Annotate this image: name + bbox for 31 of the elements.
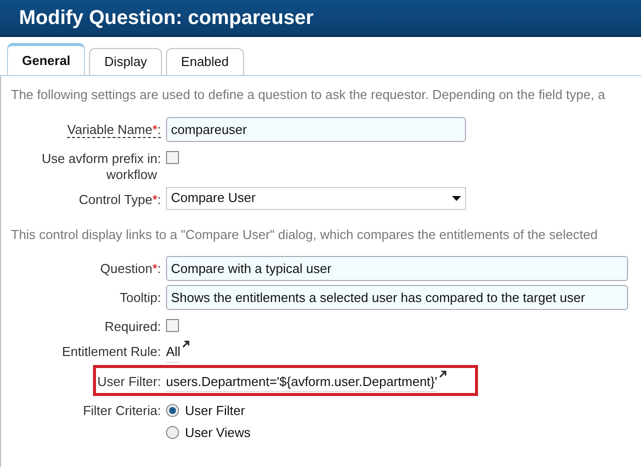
tab[interactable]: Display xyxy=(89,48,162,75)
field-label: Required: xyxy=(104,319,161,334)
field-label: Filter Criteria: xyxy=(82,403,161,418)
field-label: Control Type*: xyxy=(78,192,161,206)
radio-label[interactable]: User Views xyxy=(185,422,251,442)
field-label: User Filter: xyxy=(97,374,161,388)
checkbox[interactable] xyxy=(166,319,179,332)
description-text: The following settings are used to define a question to ask the requestor. Depending on the field type, a xyxy=(10,86,606,104)
description-text: This control display links to a "Compare User" dialog, which compares the entitlements of the selected xyxy=(10,226,599,244)
link[interactable]: All xyxy=(166,339,180,362)
field-label: Question*: xyxy=(100,261,161,276)
window-title: Modify Question: compareuser xyxy=(19,6,314,30)
external-link-icon[interactable] xyxy=(182,340,190,348)
field-label: Entitlement Rule: xyxy=(62,344,161,359)
checkbox[interactable] xyxy=(166,150,179,164)
text-field[interactable]: Compare with a typical user xyxy=(166,256,628,281)
caret-icon xyxy=(452,196,461,200)
radio-button[interactable] xyxy=(166,404,179,418)
text-field[interactable]: compareuser xyxy=(166,116,466,142)
external-link-icon[interactable] xyxy=(439,370,448,378)
text-field[interactable]: Shows the entitlements a selected user has compared to the target user xyxy=(166,285,628,310)
radio-button[interactable] xyxy=(166,426,179,439)
link[interactable]: users.Department='${avform.user.Department}' xyxy=(166,368,438,392)
tab[interactable]: General xyxy=(7,43,86,75)
dropdown[interactable]: Compare User xyxy=(166,186,466,210)
field-label: Variable Name*: xyxy=(67,122,161,138)
field-label: Tooltip: xyxy=(120,290,161,305)
field-label: Use avform prefix in: xyxy=(42,150,161,166)
tab[interactable]: Enabled xyxy=(166,48,244,75)
radio-label[interactable]: User Filter xyxy=(185,401,245,420)
field-label: workflow xyxy=(105,166,158,182)
